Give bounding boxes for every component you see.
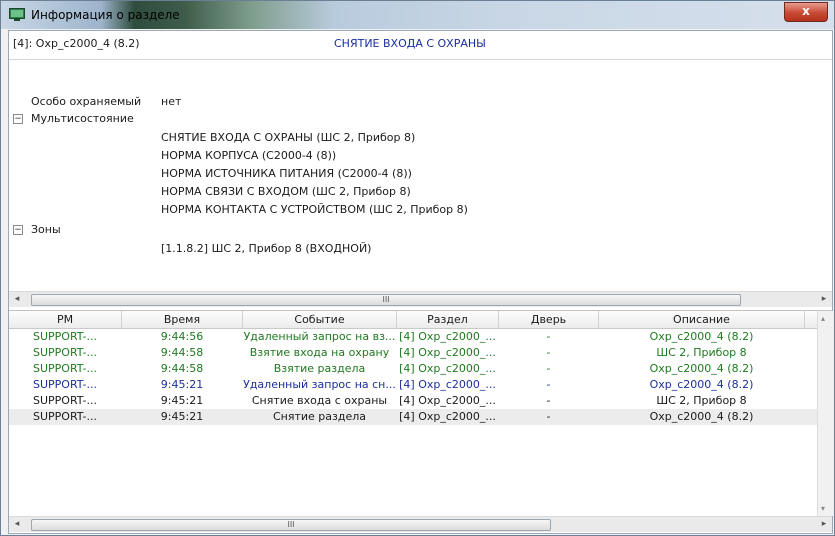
table-horizontal-scrollbar[interactable]: ◂ III ▸ bbox=[9, 516, 832, 532]
cell-rm: SUPPORT-... bbox=[33, 346, 97, 359]
cell-rm: SUPPORT-... bbox=[33, 378, 97, 391]
cell-description: Охр_с2000_4 (8.2) bbox=[649, 362, 754, 375]
cell-description: ШС 2, Прибор 8 bbox=[656, 394, 747, 407]
cell-door: - bbox=[546, 378, 551, 391]
cell-rm: SUPPORT-... bbox=[33, 330, 97, 343]
cell-door: - bbox=[546, 362, 551, 375]
guarded-value: нет bbox=[161, 95, 182, 108]
partition-info-pane: [4]: Охр_с2000_4 (8.2) СНЯТИЕ ВХОДА С ОХ… bbox=[9, 31, 832, 289]
events-table: РМ Время Событие Раздел Дверь Описание S… bbox=[9, 310, 833, 516]
multistate-label: Мультисостояние bbox=[31, 112, 134, 125]
cell-description: Охр_с2000_4 (8.2) bbox=[649, 378, 754, 391]
guarded-label: Особо охраняемый bbox=[31, 95, 142, 108]
cell-door: - bbox=[546, 346, 551, 359]
cell-rm: SUPPORT-... bbox=[33, 394, 97, 407]
cell-time: 9:44:58 bbox=[160, 362, 204, 375]
cell-description: Охр_с2000_4 (8.2) bbox=[649, 330, 754, 343]
cell-description: Охр_с2000_4 (8.2) bbox=[649, 410, 754, 423]
scroll-left-arrow-icon[interactable]: ◂ bbox=[10, 293, 24, 306]
column-header-time[interactable]: Время bbox=[122, 311, 243, 328]
cell-partition: [4] Охр_с2000_... bbox=[399, 378, 496, 391]
zones-collapse-toggle[interactable]: − bbox=[13, 225, 23, 235]
scroll-thumb[interactable]: III bbox=[31, 519, 551, 531]
table-row[interactable]: SUPPORT-... 9:45:21 Снятие раздела [4] Охр_… bbox=[9, 409, 817, 425]
table-row[interactable]: SUPPORT-... 9:45:21 Удаленный запрос на сн… bbox=[9, 377, 817, 393]
cell-partition: [4] Охр_с2000_... bbox=[399, 362, 496, 375]
cell-event: Снятие раздела bbox=[272, 410, 367, 423]
cell-partition: [4] Охр_с2000_... bbox=[399, 346, 496, 359]
cell-door: - bbox=[546, 394, 551, 407]
title-bar[interactable]: Информация о разделе x bbox=[1, 1, 834, 29]
multistate-value: НОРМА ИСТОЧНИКА ПИТАНИЯ (С2000-4 (8)) bbox=[161, 167, 412, 180]
cell-door: - bbox=[546, 410, 551, 423]
table-row[interactable]: SUPPORT-... 9:44:56 Удаленный запрос на вз… bbox=[9, 329, 817, 345]
zones-label: Зоны bbox=[31, 223, 61, 236]
column-header-rm[interactable]: РМ bbox=[9, 311, 122, 328]
close-button[interactable]: x bbox=[784, 2, 828, 22]
cell-rm: SUPPORT-... bbox=[33, 362, 97, 375]
partition-id: [4]: Охр_с2000_4 (8.2) bbox=[13, 37, 140, 50]
multistate-value: СНЯТИЕ ВХОДА С ОХРАНЫ (ШС 2, Прибор 8) bbox=[161, 131, 416, 144]
cell-rm: SUPPORT-... bbox=[33, 410, 97, 423]
info-horizontal-scrollbar[interactable]: ◂ III ▸ bbox=[9, 291, 832, 307]
cell-event: Удаленный запрос на сн... bbox=[243, 378, 396, 391]
cell-event: Удаленный запрос на вз... bbox=[243, 330, 396, 343]
scroll-right-arrow-icon[interactable]: ▸ bbox=[817, 293, 831, 306]
multistate-value: НОРМА СВЯЗИ С ВХОДОМ (ШС 2, Прибор 8) bbox=[161, 185, 411, 198]
cell-event: Взятие входа на охрану bbox=[249, 346, 390, 359]
multistate-collapse-toggle[interactable]: − bbox=[13, 114, 23, 124]
partition-header: [4]: Охр_с2000_4 (8.2) СНЯТИЕ ВХОДА С ОХ… bbox=[9, 31, 832, 60]
table-row[interactable]: SUPPORT-... 9:45:21 Снятие входа с охраны [… bbox=[9, 393, 817, 409]
cell-time: 9:45:21 bbox=[160, 394, 204, 407]
window-title: Информация о разделе bbox=[31, 8, 180, 22]
scroll-right-arrow-icon[interactable]: ▸ bbox=[817, 518, 831, 531]
cell-time: 9:44:56 bbox=[160, 330, 204, 343]
multistate-value: НОРМА КОНТАКТА С УСТРОЙСТВОМ (ШС 2, Приб… bbox=[161, 203, 468, 216]
cell-event: Снятие входа с охраны bbox=[251, 394, 388, 407]
cell-time: 9:45:21 bbox=[160, 410, 204, 423]
cell-partition: [4] Охр_с2000_... bbox=[399, 330, 496, 343]
info-window: Информация о разделе x [4]: Охр_с2000_4 … bbox=[0, 0, 835, 536]
partition-state: СНЯТИЕ ВХОДА С ОХРАНЫ bbox=[334, 37, 486, 50]
app-icon bbox=[9, 8, 25, 21]
cell-time: 9:45:21 bbox=[160, 378, 204, 391]
scroll-down-arrow-icon[interactable]: ▾ bbox=[821, 504, 825, 513]
scroll-thumb[interactable]: III bbox=[31, 294, 741, 306]
window-client: [4]: Охр_с2000_4 (8.2) СНЯТИЕ ВХОДА С ОХ… bbox=[8, 30, 833, 534]
table-header: РМ Время Событие Раздел Дверь Описание bbox=[9, 311, 817, 329]
scroll-up-arrow-icon[interactable]: ▴ bbox=[821, 314, 825, 323]
table-vertical-scrollbar[interactable]: ▴ ▾ bbox=[817, 311, 833, 516]
column-header-event[interactable]: Событие bbox=[243, 311, 397, 328]
cell-door: - bbox=[546, 330, 551, 343]
column-header-door[interactable]: Дверь bbox=[499, 311, 599, 328]
zone-value: [1.1.8.2] ШС 2, Прибор 8 (ВХОДНОЙ) bbox=[161, 242, 372, 255]
table-row[interactable]: SUPPORT-... 9:44:58 Взятие раздела [4] Охр_… bbox=[9, 361, 817, 377]
cell-event: Взятие раздела bbox=[273, 362, 366, 375]
table-row[interactable]: SUPPORT-... 9:44:58 Взятие входа на охрану… bbox=[9, 345, 817, 361]
cell-time: 9:44:58 bbox=[160, 346, 204, 359]
column-header-partition[interactable]: Раздел bbox=[397, 311, 499, 328]
scroll-left-arrow-icon[interactable]: ◂ bbox=[10, 518, 24, 531]
cell-partition: [4] Охр_с2000_... bbox=[399, 394, 496, 407]
multistate-value: НОРМА КОРПУСА (С2000-4 (8)) bbox=[161, 149, 337, 162]
cell-description: ШС 2, Прибор 8 bbox=[656, 346, 747, 359]
column-header-description[interactable]: Описание bbox=[599, 311, 805, 328]
cell-partition: [4] Охр_с2000_... bbox=[399, 410, 496, 423]
